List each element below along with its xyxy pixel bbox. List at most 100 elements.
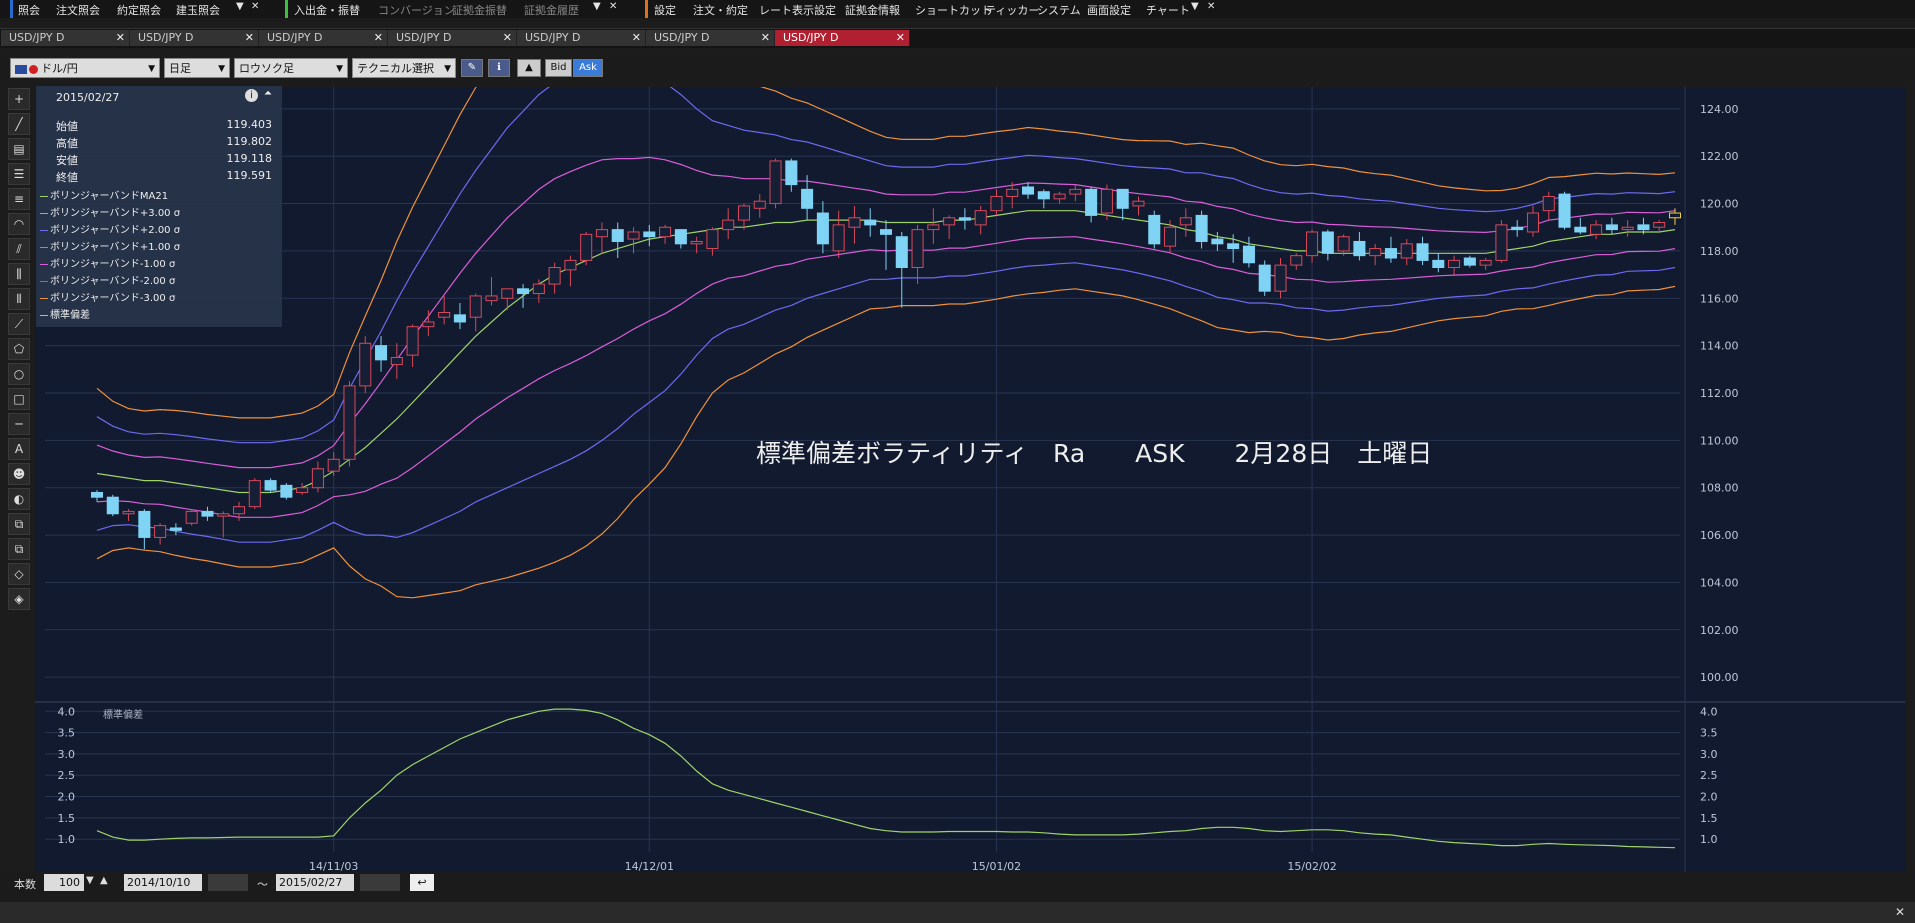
candle-body[interactable] — [1511, 226, 1524, 231]
menu-item-system[interactable]: システム — [1037, 2, 1081, 18]
candle-body[interactable] — [1195, 214, 1208, 242]
candle-body[interactable] — [1463, 257, 1476, 266]
candle-body[interactable] — [501, 288, 514, 299]
close-icon[interactable]: ✕ — [245, 30, 254, 46]
candle-body[interactable] — [185, 510, 198, 524]
menu-dropdown-icon[interactable]: ▼ — [593, 1, 601, 12]
candle-body[interactable] — [1653, 222, 1666, 228]
close-icon[interactable]: ✕ — [896, 30, 905, 46]
legend-item[interactable]: ボリンジャーバンド-2.00 σ — [40, 272, 175, 287]
indicator-pane[interactable] — [35, 703, 1905, 875]
from-time-input[interactable] — [208, 874, 248, 891]
candle-body[interactable] — [469, 295, 482, 318]
tab-usdjpy-7-active[interactable]: USD/JPY D ✕ — [775, 30, 910, 46]
to-date-input[interactable]: 2015/02/27 — [276, 874, 354, 891]
candle-body[interactable] — [659, 226, 672, 238]
menu-item-position-inquiry[interactable]: 建玉照会 — [176, 2, 220, 18]
legend-item[interactable]: ボリンジャーバンド+3.00 σ — [40, 204, 180, 219]
crosshair-icon[interactable]: + — [8, 88, 30, 110]
candle-body[interactable] — [154, 525, 167, 538]
candle-body[interactable] — [753, 200, 766, 209]
candle-body[interactable] — [595, 229, 608, 238]
candle-body[interactable] — [706, 229, 719, 250]
candle-body[interactable] — [1274, 264, 1287, 292]
candle-body[interactable] — [390, 356, 403, 366]
candle-body[interactable] — [1590, 224, 1603, 235]
candle-body[interactable] — [737, 205, 751, 221]
menu-item-deposit-transfer[interactable]: 入出金・振替 — [294, 2, 360, 18]
close-icon[interactable]: ✕ — [1895, 905, 1905, 919]
candle-body[interactable] — [548, 266, 561, 285]
close-icon[interactable]: ✕ — [1207, 1, 1215, 12]
channel-icon[interactable]: ≡ — [8, 188, 30, 210]
candle-body[interactable] — [1116, 188, 1129, 209]
candle-body[interactable] — [122, 510, 135, 515]
close-icon[interactable]: ✕ — [374, 30, 383, 46]
trendline-icon[interactable]: ╱ — [8, 113, 30, 135]
candle-body[interactable] — [958, 217, 971, 221]
candle-body[interactable] — [690, 240, 703, 245]
candle-body[interactable] — [580, 233, 593, 261]
menu-item-rate-display[interactable]: レート表示設定 — [759, 2, 836, 18]
candle-body[interactable] — [643, 231, 656, 238]
candle-body[interactable] — [90, 491, 104, 498]
candle-body[interactable] — [1448, 259, 1461, 268]
bid-button[interactable]: Bid — [545, 59, 572, 77]
candle-body[interactable] — [217, 513, 230, 517]
menu-item-execution-inquiry[interactable]: 約定照会 — [117, 2, 161, 18]
candle-body[interactable] — [1369, 248, 1382, 257]
candle-body[interactable] — [1085, 188, 1098, 216]
candle-body[interactable] — [1321, 231, 1334, 254]
candle-body[interactable] — [138, 510, 151, 538]
chevron-up-icon[interactable]: ▲ — [100, 875, 108, 886]
candle-body[interactable] — [564, 259, 577, 271]
candle-body[interactable] — [1021, 186, 1035, 195]
tab-usdjpy-4[interactable]: USD/JPY D ✕ — [388, 30, 517, 46]
candle-body[interactable] — [879, 229, 893, 235]
collapse-icon[interactable]: ⏶ — [264, 88, 272, 99]
candle-body[interactable] — [232, 506, 246, 515]
menu-item-order-execution[interactable]: 注文・約定 — [693, 2, 748, 18]
candle-body[interactable] — [311, 468, 324, 489]
vertical-lines-icon[interactable]: ⦀ — [8, 288, 30, 310]
close-icon[interactable]: ✕ — [761, 30, 770, 46]
candle-body[interactable] — [1574, 226, 1587, 233]
close-icon[interactable]: ✕ — [251, 1, 259, 12]
tab-usdjpy-3[interactable]: USD/JPY D ✕ — [259, 30, 388, 46]
candle-body[interactable] — [485, 295, 498, 302]
menu-item-chart[interactable]: チャート — [1146, 2, 1190, 18]
chevron-down-icon[interactable]: ▼ — [86, 875, 94, 886]
candle-body[interactable] — [1100, 188, 1113, 214]
candle-body[interactable] — [769, 160, 782, 205]
period-select[interactable]: 日足 ▼ — [164, 58, 230, 78]
candle-body[interactable] — [1242, 245, 1255, 264]
candle-body[interactable] — [1621, 226, 1634, 231]
candle-body[interactable] — [801, 188, 814, 209]
candle-body[interactable] — [1069, 188, 1082, 195]
candle-body[interactable] — [785, 160, 798, 186]
candle-body[interactable] — [816, 212, 829, 245]
candle-body[interactable] — [911, 229, 924, 268]
legend-item[interactable]: ボリンジャーバンド-3.00 σ — [40, 289, 175, 304]
fan-lines-icon[interactable]: ⫽ — [8, 238, 30, 260]
ruler-icon[interactable]: ▤ — [8, 138, 30, 160]
menu-item-shortcut[interactable]: ショートカット — [915, 2, 992, 18]
candle-body[interactable] — [453, 314, 466, 323]
tab-usdjpy-5[interactable]: USD/JPY D ✕ — [517, 30, 646, 46]
main-pane[interactable] — [35, 87, 1905, 702]
eraser-icon[interactable]: ◇ — [8, 563, 30, 585]
hline-icon[interactable]: ─ — [8, 413, 30, 435]
candle-body[interactable] — [1132, 200, 1145, 207]
info-icon[interactable]: ℹ — [488, 59, 510, 77]
candle-body[interactable] — [532, 283, 545, 295]
candle-body[interactable] — [927, 224, 940, 231]
candle-body[interactable] — [1306, 231, 1319, 257]
menu-item-screen-settings[interactable]: 画面設定 — [1087, 2, 1131, 18]
candle-body[interactable] — [280, 484, 293, 498]
candle-body[interactable] — [1558, 193, 1571, 228]
candle-body[interactable] — [327, 458, 340, 472]
magnet-icon[interactable]: ◐ — [8, 488, 30, 510]
paste-icon[interactable]: ⧉ — [8, 538, 30, 560]
close-icon[interactable]: ✕ — [503, 30, 512, 46]
pencil-icon[interactable]: ✎ — [461, 59, 483, 77]
